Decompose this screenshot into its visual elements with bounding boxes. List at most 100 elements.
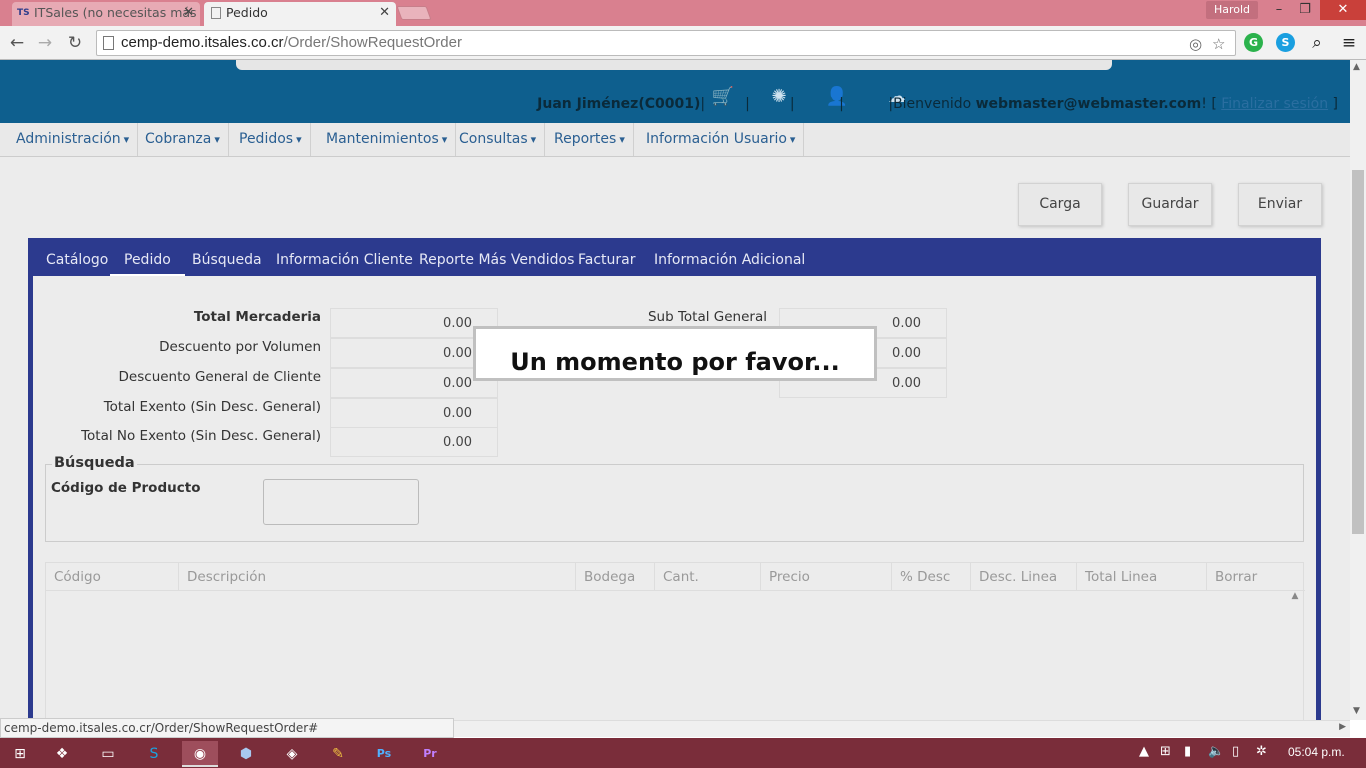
skype-icon[interactable]: S xyxy=(136,741,172,767)
tab-informacion-adicional[interactable]: Información Adicional xyxy=(654,238,805,276)
profile-button[interactable]: Harold xyxy=(1206,1,1258,19)
save-button[interactable]: Guardar xyxy=(1128,183,1212,226)
menu-cobranza[interactable]: Cobranza xyxy=(137,123,229,156)
column-header[interactable]: Descripción xyxy=(179,563,576,591)
restore-icon[interactable]: ❐ xyxy=(1292,0,1318,20)
menu-icon[interactable]: ≡ xyxy=(1338,32,1360,54)
grid-scrollbar[interactable]: ▲ xyxy=(1287,591,1303,720)
column-header[interactable]: % Desc xyxy=(892,563,971,591)
reload-icon[interactable]: ↻ xyxy=(64,32,86,54)
windows-icon[interactable]: ⊞ xyxy=(1160,744,1171,759)
address-bar[interactable]: cemp-demo.itsales.co.cr/Order/ShowReques… xyxy=(96,30,1236,56)
new-tab-button[interactable] xyxy=(396,6,432,20)
page-icon xyxy=(211,7,221,19)
order-tabs: Catálogo Pedido Búsqueda Información Cli… xyxy=(28,238,1321,276)
network-icon[interactable]: ▮ xyxy=(1184,744,1191,759)
total-label: Sub Total General xyxy=(647,309,767,325)
location-icon[interactable]: ◎ xyxy=(1189,35,1202,53)
photoshop-icon[interactable]: Ps xyxy=(366,741,402,767)
loading-dialog: Un momento por favor... xyxy=(473,326,877,381)
search-icon[interactable]: ⌕ xyxy=(1306,32,1328,54)
browser-titlebar: TS ITSales (no necesitas más ✕ Pedido ✕ … xyxy=(0,0,1366,26)
app-cube-icon[interactable]: ⬢ xyxy=(228,741,264,767)
browser-tab-pedido[interactable]: Pedido ✕ xyxy=(204,2,396,26)
menu-informacion-usuario[interactable]: Información Usuario xyxy=(638,123,805,156)
battery-icon[interactable]: ▯ xyxy=(1232,744,1239,759)
order-lines-grid: Código Descripción Bodega Cant. Precio %… xyxy=(45,562,1305,720)
total-label: Total Exento (Sin Desc. General) xyxy=(103,399,321,415)
menu-mantenimientos[interactable]: Mantenimientos xyxy=(318,123,457,156)
total-label: Descuento General de Cliente xyxy=(118,369,321,385)
user-email: webmaster@webmaster.com xyxy=(975,96,1202,112)
page-icon xyxy=(103,36,114,50)
minimize-icon[interactable]: – xyxy=(1266,0,1292,20)
windows-start-icon[interactable]: ⊞ xyxy=(2,741,38,767)
scroll-down-icon[interactable]: ▼ xyxy=(1353,706,1360,716)
page-scrollbar[interactable]: ▲ ▼ xyxy=(1350,60,1366,720)
order-panel: Catálogo Pedido Búsqueda Información Cli… xyxy=(28,238,1321,720)
column-header[interactable]: Precio xyxy=(761,563,892,591)
logout-link[interactable]: Finalizar sesión xyxy=(1221,96,1328,112)
window-close-icon[interactable]: ✕ xyxy=(1320,0,1366,20)
product-code-label: Código de Producto xyxy=(51,480,201,496)
browser-tab-itsales[interactable]: TS ITSales (no necesitas más ✕ xyxy=(12,2,200,26)
tab-label: Pedido xyxy=(226,5,268,20)
grid-header: Código Descripción Bodega Cant. Precio %… xyxy=(46,563,1305,591)
scroll-right-icon[interactable]: ▶ xyxy=(1339,722,1346,732)
premiere-icon[interactable]: Pr xyxy=(412,741,448,767)
close-icon[interactable]: ✕ xyxy=(183,2,194,24)
itsales-favicon-icon: TS xyxy=(17,8,30,18)
send-button[interactable]: Enviar xyxy=(1238,183,1322,226)
tab-facturar[interactable]: Facturar xyxy=(578,238,636,276)
menu-pedidos[interactable]: Pedidos xyxy=(231,123,311,156)
close-icon[interactable]: ✕ xyxy=(379,2,390,24)
browser-toolbar: ← → ↻ cemp-demo.itsales.co.cr/Order/Show… xyxy=(0,26,1366,60)
url-text: cemp-demo.itsales.co.cr/Order/ShowReques… xyxy=(121,34,462,51)
menu-administracion[interactable]: Administración xyxy=(8,123,139,156)
column-header[interactable]: Total Linea xyxy=(1077,563,1207,591)
status-url: cemp-demo.itsales.co.cr/Order/ShowReques… xyxy=(0,718,454,738)
forward-arrow-icon[interactable]: → xyxy=(34,32,56,54)
tab-informacion-cliente[interactable]: Información Cliente xyxy=(276,238,413,276)
product-code-input[interactable] xyxy=(263,479,419,525)
tab-catalogo[interactable]: Catálogo xyxy=(46,238,108,276)
horizontal-scrollbar[interactable]: ▶ xyxy=(454,720,1350,737)
tab-pedido[interactable]: Pedido xyxy=(110,238,185,276)
volume-icon[interactable]: 🔈 xyxy=(1208,744,1224,759)
menu-reportes[interactable]: Reportes xyxy=(546,123,634,156)
chrome-icon[interactable]: ◉ xyxy=(182,741,218,767)
grammarly-extension-icon[interactable]: G xyxy=(1244,33,1263,52)
back-arrow-icon[interactable]: ← xyxy=(6,32,28,54)
pencil-icon[interactable]: ✎ xyxy=(320,741,356,767)
web-page: 🛒 ✺ 👤 ☁ Juan Jiménez(C0001)| | | | |Bien… xyxy=(0,60,1350,720)
column-header[interactable]: Bodega xyxy=(576,563,655,591)
tab-reporte-mas-vendidos[interactable]: Reporte Más Vendidos xyxy=(419,238,574,276)
customer-name: Juan Jiménez(C0001) xyxy=(537,96,701,112)
menu-consultas[interactable]: Consultas xyxy=(451,123,546,156)
scrollbar-thumb[interactable] xyxy=(1352,170,1364,534)
column-header[interactable]: Borrar xyxy=(1207,563,1289,591)
clock[interactable]: 05:04 p.m. xyxy=(1288,745,1345,759)
total-label: Total No Exento (Sin Desc. General) xyxy=(81,428,321,444)
app-icon[interactable]: ❖ xyxy=(44,741,80,767)
column-header[interactable]: Desc. Linea xyxy=(971,563,1077,591)
column-header[interactable]: Código xyxy=(46,563,179,591)
total-value: 0.00 xyxy=(330,398,498,428)
search-legend: Búsqueda xyxy=(52,455,137,471)
main-menu: Administración Cobranza Pedidos Mantenim… xyxy=(0,123,1350,157)
file-explorer-icon[interactable]: ▭ xyxy=(90,741,126,767)
tab-busqueda[interactable]: Búsqueda xyxy=(192,238,262,276)
load-button[interactable]: Carga xyxy=(1018,183,1102,226)
total-value: 0.00 xyxy=(330,427,498,457)
app-chat-icon[interactable]: ◈ xyxy=(274,741,310,767)
total-label: Descuento por Volumen xyxy=(159,339,321,355)
header-top-bar xyxy=(236,60,1112,70)
sync-icon[interactable]: ✲ xyxy=(1256,744,1267,759)
column-header[interactable]: Cant. xyxy=(655,563,761,591)
scroll-up-icon[interactable]: ▲ xyxy=(1353,62,1360,72)
welcome-text: Bienvenido xyxy=(893,96,976,112)
skype-extension-icon[interactable]: S xyxy=(1276,33,1295,52)
tray-arrow-icon[interactable]: ▲ xyxy=(1139,744,1149,759)
user-info-line: Juan Jiménez(C0001)| | | | |Bienvenido w… xyxy=(537,96,1338,112)
bookmark-star-icon[interactable]: ☆ xyxy=(1212,35,1225,53)
